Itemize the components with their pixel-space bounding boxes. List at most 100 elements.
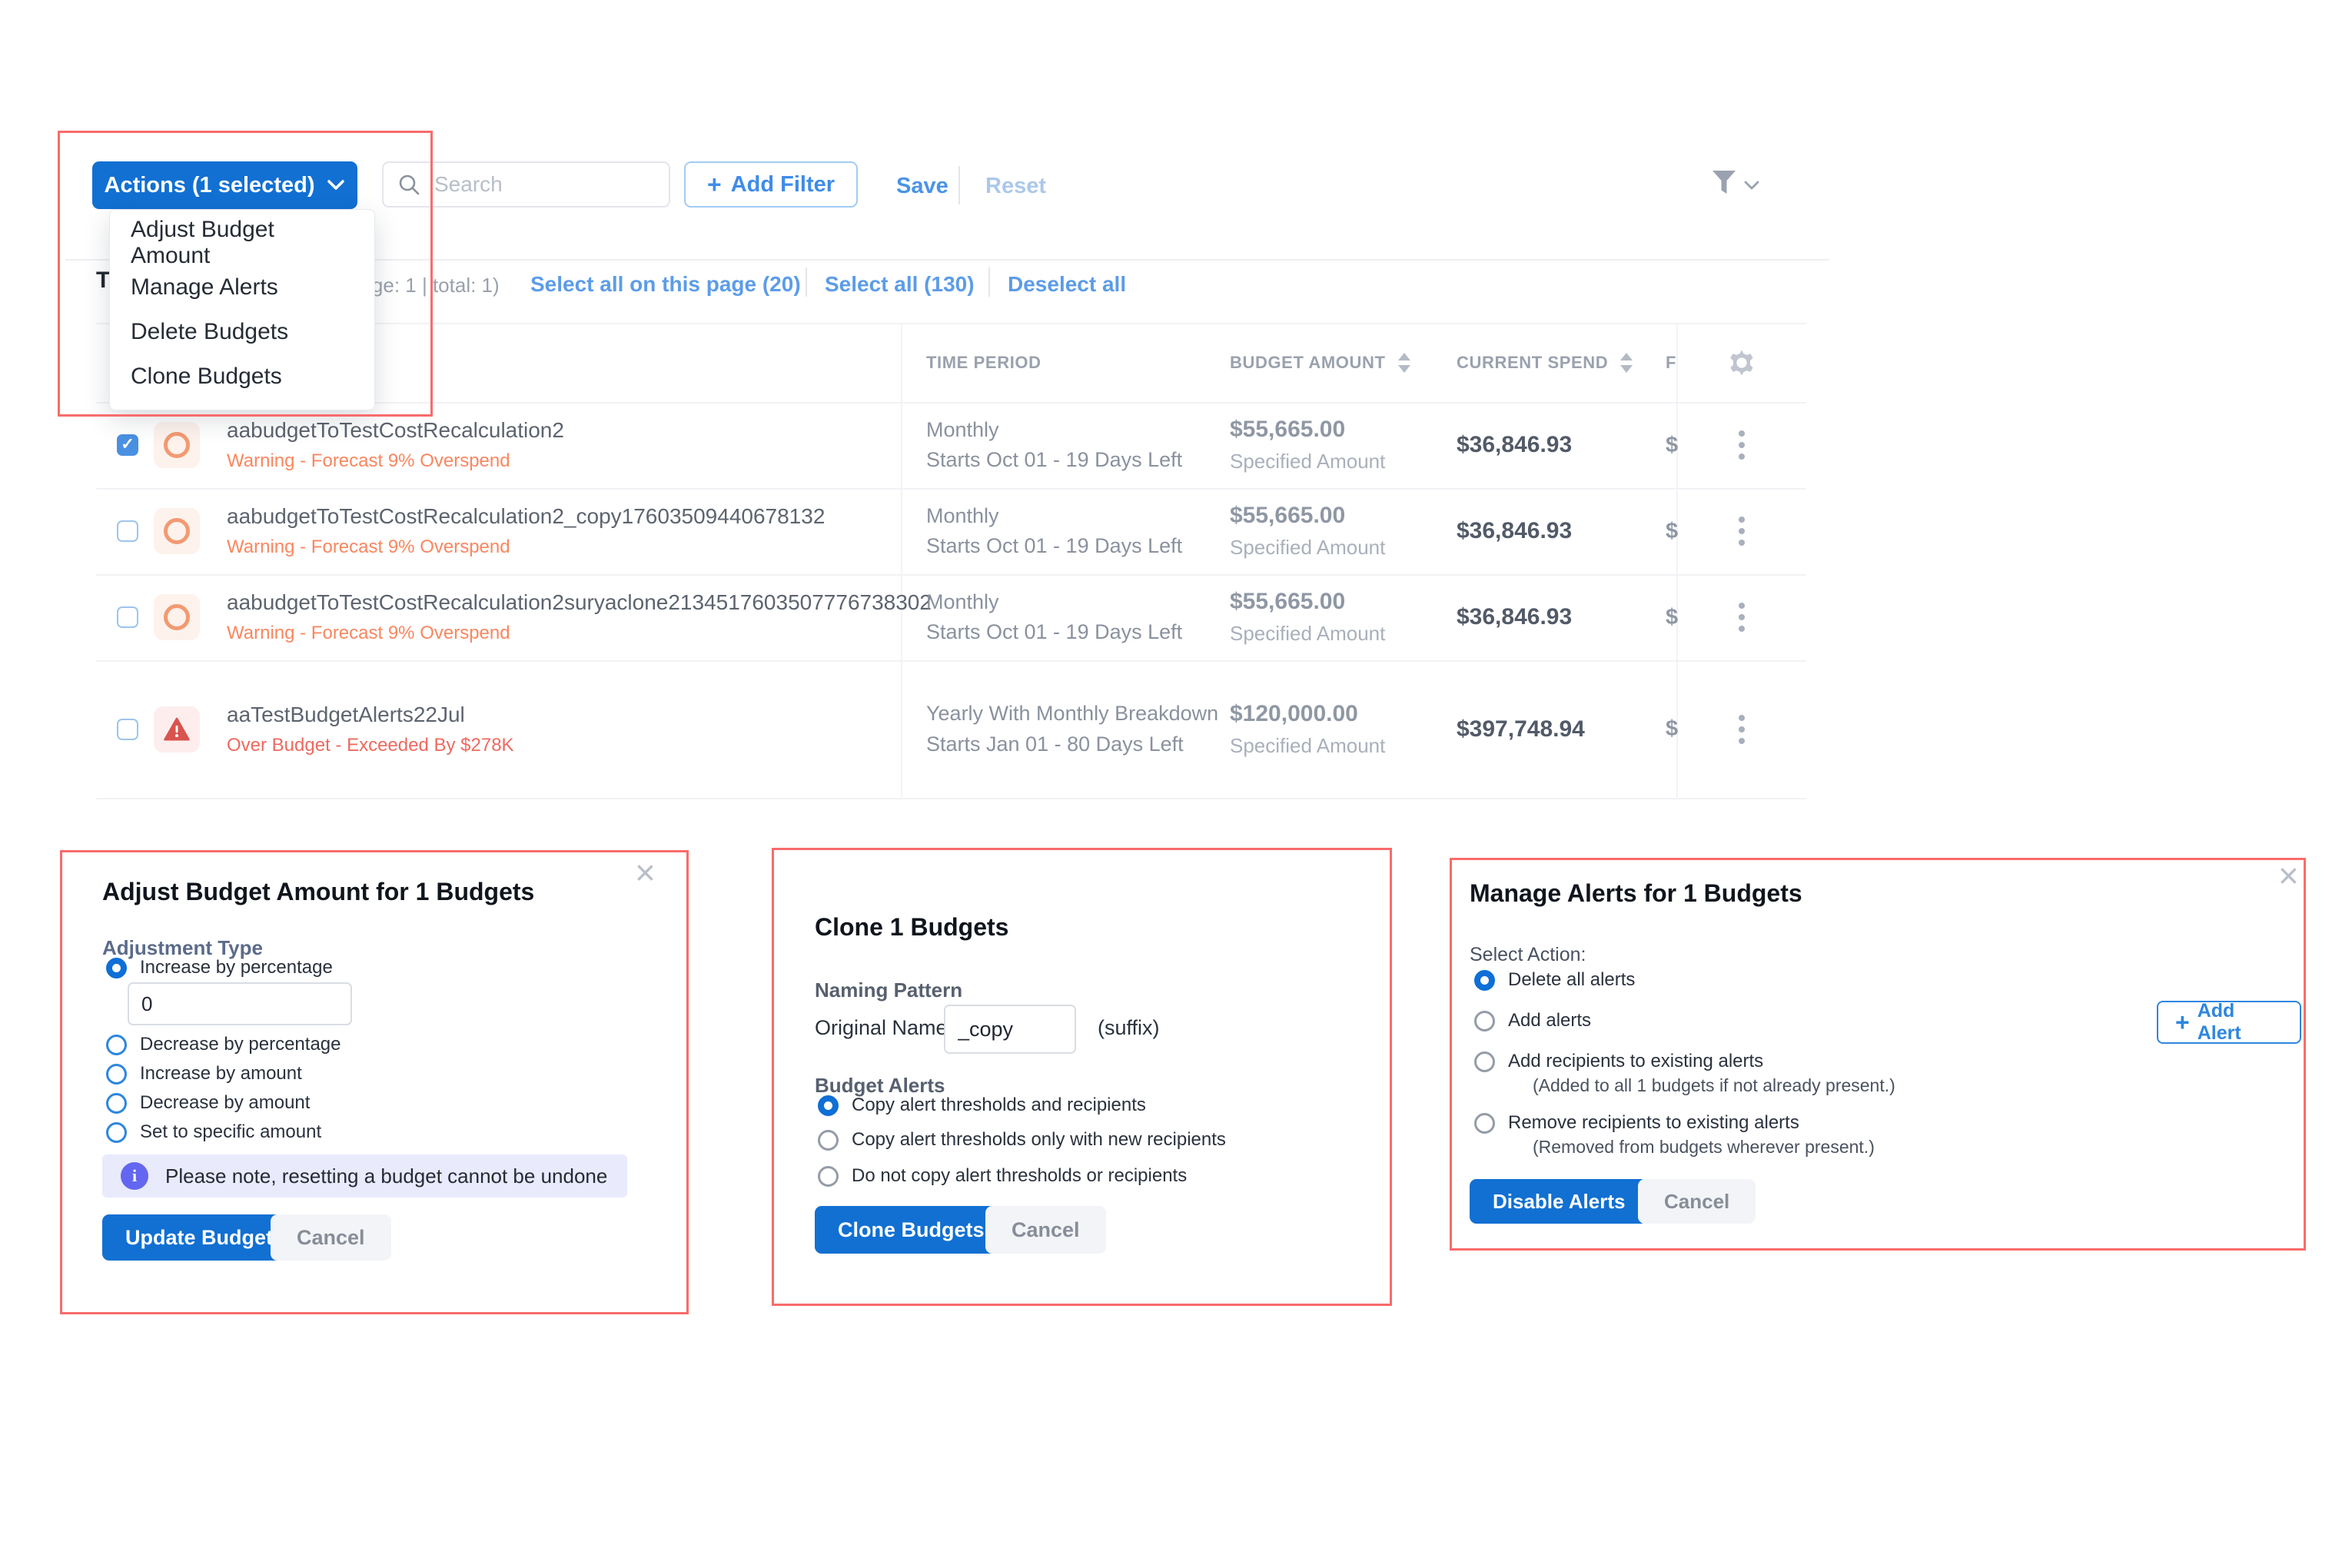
close-icon[interactable]: × [2278,858,2299,893]
radio-copy-thresholds-new-recipients[interactable] [818,1130,839,1151]
forecast-truncated: $ [1666,433,1678,458]
radio-label: Set to specific amount [140,1121,321,1143]
time-period-type: Monthly [926,415,1182,445]
cancel-button[interactable]: Cancel [271,1214,391,1261]
col-header-forecast-truncated: F [1666,323,1676,402]
warning-circle-icon [154,508,200,554]
budget-amount: $55,665.00 [1230,589,1385,615]
suffix-hint: (suffix) [1098,1016,1160,1040]
add-alert-button[interactable]: + Add Alert [2157,1001,2301,1044]
note-text: Please note, resetting a budget cannot b… [165,1164,607,1188]
filter-funnel-icon[interactable] [1711,169,1737,201]
col-header-budget-amount[interactable]: BUDGET AMOUNT [1230,323,1410,402]
radio-label: Add recipients to existing alerts [1508,1051,1763,1072]
budget-name[interactable]: aaTestBudgetAlerts22Jul [227,703,514,727]
budget-amount-type: Specified Amount [1230,734,1385,758]
search-input[interactable] [433,171,651,198]
radio-increase-by-amount[interactable] [106,1064,127,1085]
chevron-down-icon [327,179,345,191]
row-checkbox[interactable] [117,434,138,456]
warning-circle-icon [154,594,200,640]
radio-increase-by-percentage[interactable] [106,958,127,978]
menu-item-adjust-budget-amount[interactable]: Adjust Budget Amount [110,221,374,265]
dialog-title: Clone 1 Budgets [815,913,1008,942]
row-checkbox[interactable] [117,719,138,740]
budget-status: Warning - Forecast 9% Overspend [227,623,932,644]
radio-label: Decrease by percentage [140,1034,341,1055]
manage-alerts-dialog: × Manage Alerts for 1 Budgets Select Act… [1450,858,2301,1246]
add-alert-label: Add Alert [2198,1000,2283,1045]
budget-amount-type: Specified Amount [1230,536,1385,560]
filter-chevron-icon[interactable] [1743,180,1760,194]
info-icon: i [121,1162,148,1190]
time-period-type: Monthly [926,587,1182,617]
alert-triangle-icon [154,706,200,752]
cancel-button[interactable]: Cancel [985,1206,1106,1254]
search-field[interactable] [382,161,670,208]
current-spend: $36,846.93 [1457,604,1572,630]
budget-amount: $55,665.00 [1230,417,1385,443]
col-header-current-spend[interactable]: CURRENT SPEND [1457,323,1633,402]
row-menu-button[interactable] [1739,430,1745,460]
current-spend: $36,846.93 [1457,518,1572,544]
radio-decrease-by-percentage[interactable] [106,1035,127,1055]
suffix-input[interactable] [944,1005,1076,1054]
row-checkbox[interactable] [117,606,138,628]
time-period-detail: Starts Oct 01 - 19 Days Left [926,531,1182,561]
budget-status: Over Budget - Exceeded By $278K [227,735,514,756]
col-header-time-period: TIME PERIOD [926,323,1041,402]
dialog-title: Manage Alerts for 1 Budgets [1470,879,1802,908]
radio-note: (Removed from budgets wherever present.) [1533,1137,1875,1158]
deselect-all-link[interactable]: Deselect all [1008,272,1126,297]
save-button[interactable]: Save [896,174,948,199]
row-menu-button[interactable] [1739,715,1745,744]
row-menu-button[interactable] [1739,603,1745,632]
plus-icon: + [707,172,722,197]
radio-delete-all-alerts[interactable] [1474,970,1495,991]
column-settings-button[interactable] [1707,323,1776,402]
search-icon [397,173,420,196]
add-filter-label: Add Filter [731,172,835,198]
menu-item-manage-alerts[interactable]: Manage Alerts [110,265,374,310]
close-icon[interactable]: × [635,855,656,890]
clone-budgets-dialog: Clone 1 Budgets Naming Pattern Original … [772,848,1387,1301]
radio-label: Increase by percentage [140,957,333,978]
radio-label: Delete all alerts [1508,969,1635,991]
radio-decrease-by-amount[interactable] [106,1093,127,1114]
percentage-input[interactable] [128,982,352,1025]
toolbar-divider [958,166,960,204]
naming-pattern-label: Naming Pattern [815,978,962,1002]
disable-alerts-button[interactable]: Disable Alerts [1470,1179,1648,1224]
menu-item-delete-budgets[interactable]: Delete Budgets [110,310,374,354]
menu-item-clone-budgets[interactable]: Clone Budgets [110,354,374,399]
table-row: aaTestBudgetAlerts22Jul Over Budget - Ex… [96,660,1806,798]
radio-label: Add alerts [1508,1010,1591,1031]
budget-name[interactable]: aabudgetToTestCostRecalculation2_copy176… [227,504,825,529]
forecast-truncated: $ [1666,519,1678,544]
clone-budgets-button[interactable]: Clone Budgets [815,1206,1008,1254]
row-checkbox[interactable] [117,520,138,542]
radio-copy-thresholds-recipients[interactable] [818,1095,839,1116]
radio-label: Increase by amount [140,1063,302,1085]
sort-icon[interactable] [1398,353,1410,373]
actions-button[interactable]: Actions (1 selected) [92,161,357,209]
budget-status: Warning - Forecast 9% Overspend [227,450,564,472]
current-spend: $36,846.93 [1457,432,1572,458]
table-row: aabudgetToTestCostRecalculation2suryaclo… [96,574,1806,660]
radio-do-not-copy[interactable] [818,1166,839,1187]
reset-button[interactable]: Reset [985,174,1046,199]
budget-name[interactable]: aabudgetToTestCostRecalculation2 [227,418,564,443]
select-all-page-link[interactable]: Select all on this page (20) [530,272,801,297]
sort-icon[interactable] [1620,353,1633,373]
budget-name[interactable]: aabudgetToTestCostRecalculation2suryaclo… [227,590,932,615]
cancel-button[interactable]: Cancel [1638,1179,1756,1224]
forecast-truncated: $ [1666,716,1678,742]
add-filter-button[interactable]: + Add Filter [684,161,858,208]
select-all-link[interactable]: Select all (130) [825,272,975,297]
row-menu-button[interactable] [1739,517,1745,546]
radio-set-to-specific-amount[interactable] [106,1122,127,1143]
radio-label: Decrease by amount [140,1092,310,1114]
radio-add-recipients[interactable] [1474,1051,1495,1072]
radio-remove-recipients[interactable] [1474,1113,1495,1134]
radio-add-alerts[interactable] [1474,1011,1495,1031]
